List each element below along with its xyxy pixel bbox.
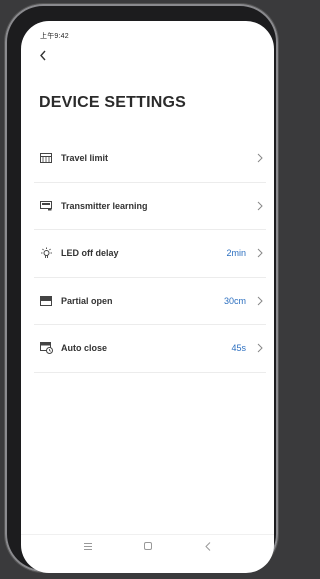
system-nav-bar	[21, 534, 274, 557]
settings-row-partial-open[interactable]: Partial open 30cm	[34, 278, 266, 325]
row-label-travel-limit: Travel limit	[61, 153, 109, 164]
settings-row-travel-limit[interactable]: Travel limit	[34, 135, 266, 183]
row-value-led-off-delay: 2min	[226, 248, 246, 259]
partial-open-icon	[39, 294, 53, 308]
chevron-left-icon	[40, 50, 46, 60]
settings-row-led-off-delay[interactable]: LED off delay 2min	[34, 230, 266, 278]
row-value-auto-close: 45s	[231, 343, 246, 354]
row-label-led-off-delay: LED off delay	[61, 248, 119, 259]
row-label-auto-close: Auto close	[61, 343, 108, 354]
chevron-right-icon	[256, 201, 264, 211]
auto-close-icon	[39, 341, 53, 355]
menu-button[interactable]	[82, 540, 94, 552]
back-icon	[204, 541, 210, 551]
phone-frame: 上午9:42 DEVICE SETTINGS Travel limit Tran…	[5, 4, 278, 573]
status-time: 上午9:42	[40, 33, 69, 40]
chevron-right-icon	[256, 296, 264, 306]
home-button[interactable]	[142, 540, 154, 552]
menu-icon	[83, 542, 92, 550]
settings-row-transmitter-learning[interactable]: Transmitter learning	[34, 183, 266, 230]
settings-list: Travel limit Transmitter learning LED of…	[34, 135, 266, 373]
back-button[interactable]	[35, 47, 51, 63]
chevron-right-icon	[256, 343, 264, 353]
chevron-right-icon	[256, 248, 264, 258]
led-bulb-icon	[39, 246, 53, 260]
settings-row-auto-close[interactable]: Auto close 45s	[34, 325, 266, 373]
transmitter-icon	[39, 199, 53, 213]
row-value-partial-open: 30cm	[223, 295, 246, 306]
app-screen: 上午9:42 DEVICE SETTINGS Travel limit Tran…	[21, 21, 274, 573]
travel-limit-icon	[39, 151, 53, 165]
row-label-partial-open: Partial open	[61, 295, 113, 306]
nav-back-button[interactable]	[202, 540, 214, 552]
page-title: DEVICE SETTINGS	[39, 94, 187, 111]
chevron-right-icon	[256, 153, 264, 163]
row-label-transmitter-learning: Transmitter learning	[61, 200, 148, 211]
home-icon	[143, 542, 152, 550]
